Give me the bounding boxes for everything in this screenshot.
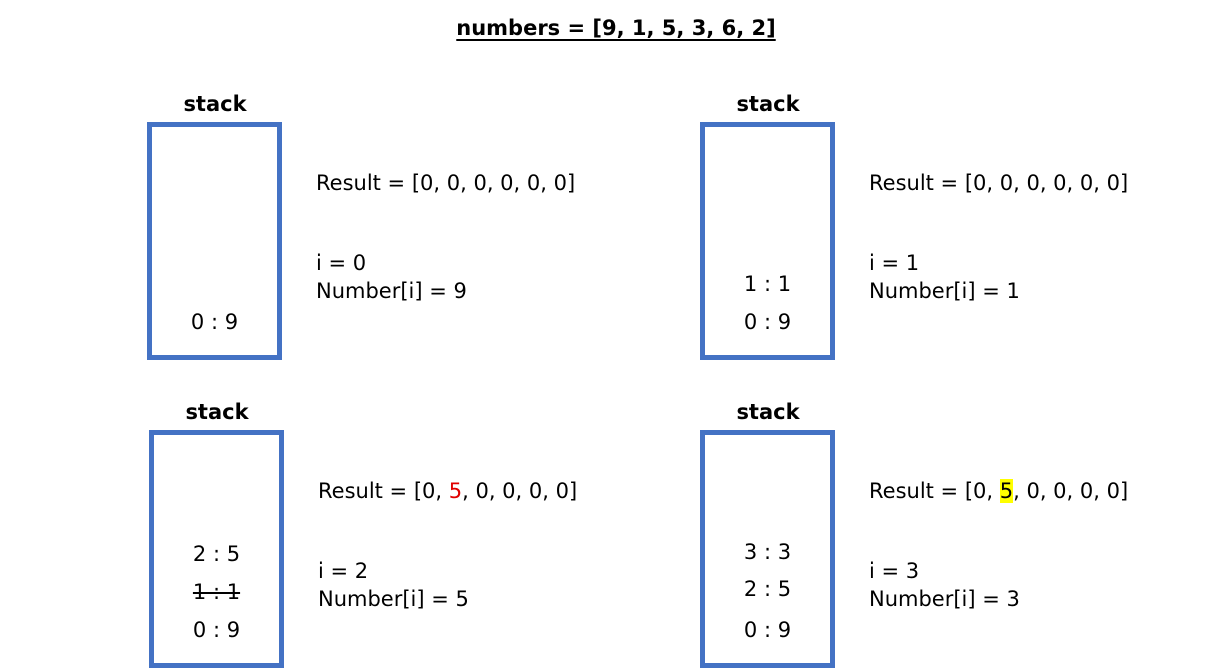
stack-entry: 0 : 9 (743, 618, 792, 642)
stack-label: stack (736, 92, 800, 116)
stack-box: 0 : 9 (147, 122, 282, 360)
index-line: i = 3 (869, 559, 920, 583)
index-line: i = 0 (316, 251, 367, 275)
number-line: Number[i] = 3 (869, 587, 1020, 611)
stack-entry: 1 : 1 (743, 272, 792, 296)
stack-entry: 2 : 5 (192, 542, 241, 566)
result-prefix: Result = [0, (318, 479, 449, 503)
result-prefix: Result = [0, (869, 171, 1000, 195)
stack-label: stack (183, 92, 247, 116)
result-line: Result = [0, 5, 0, 0, 0, 0] (869, 477, 1128, 505)
stack-label: stack (185, 400, 249, 424)
result-line: Result = [0, 0, 0, 0, 0, 0] (869, 169, 1128, 197)
stack-entry: 2 : 5 (743, 577, 792, 601)
popped-stack-entry: 1 : 1 (192, 580, 241, 604)
stack-box: 2 : 5 1 : 1 0 : 9 (149, 430, 284, 668)
number-line: Number[i] = 9 (316, 279, 467, 303)
result-suffix: , 0, 0, 0, 0] (460, 171, 576, 195)
number-line: Number[i] = 1 (869, 279, 1020, 303)
result-changed-value: 5 (448, 479, 463, 503)
index-line: i = 1 (869, 251, 920, 275)
result-suffix: , 0, 0, 0, 0] (1013, 171, 1129, 195)
number-line: Number[i] = 5 (318, 587, 469, 611)
stack-label: stack (736, 400, 800, 424)
diagram-title: numbers = [9, 1, 5, 3, 6, 2] (456, 16, 776, 40)
result-line: Result = [0, 5, 0, 0, 0, 0] (318, 477, 577, 505)
stack-entry: 0 : 9 (192, 618, 241, 642)
stack-entry: 0 : 9 (190, 310, 239, 334)
stack-box: 3 : 3 2 : 5 0 : 9 (700, 430, 835, 668)
index-line: i = 2 (318, 559, 369, 583)
stack-entry: 3 : 3 (743, 540, 792, 564)
result-line: Result = [0, 0, 0, 0, 0, 0] (316, 169, 575, 197)
result-changed-value: 5 (999, 479, 1014, 503)
result-prefix: Result = [0, (869, 479, 1000, 503)
result-suffix: , 0, 0, 0, 0] (1013, 479, 1129, 503)
result-changed-value: 0 (446, 171, 461, 195)
result-suffix: , 0, 0, 0, 0] (462, 479, 578, 503)
stack-box: 1 : 1 0 : 9 (700, 122, 835, 360)
result-changed-value: 0 (999, 171, 1014, 195)
stack-entry: 0 : 9 (743, 310, 792, 334)
result-prefix: Result = [0, (316, 171, 447, 195)
